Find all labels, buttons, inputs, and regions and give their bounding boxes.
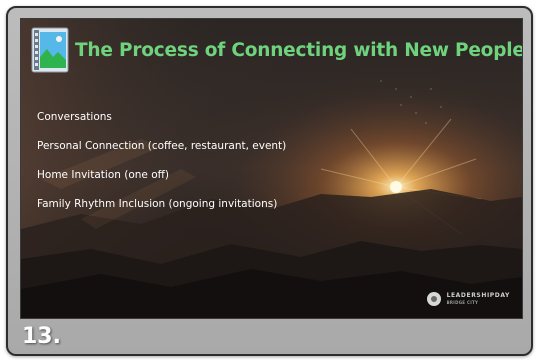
leadershipday-logo: LEADERSHIPDAY BRIDGE CITY <box>426 292 510 306</box>
bullet-item: Home Invitation (one off) <box>37 169 169 181</box>
slide-card: The Process of Connecting with New Peopl… <box>6 6 533 356</box>
slide-thumbnail[interactable]: The Process of Connecting with New Peopl… <box>20 18 523 319</box>
logo-mark-icon <box>426 292 441 306</box>
bullet-item: Personal Connection (coffee, restaurant,… <box>37 140 287 152</box>
slide-title-row: The Process of Connecting with New Peopl… <box>31 27 523 73</box>
slide-number: 13. <box>22 324 61 349</box>
logo-name: LEADERSHIPDAY <box>446 292 510 299</box>
slide-title: The Process of Connecting with New Peopl… <box>75 39 523 61</box>
bullet-item: Family Rhythm Inclusion (ongoing invitat… <box>37 198 278 210</box>
logo-text: LEADERSHIPDAY BRIDGE CITY <box>447 292 510 306</box>
logo-tagline: BRIDGE CITY <box>446 300 479 305</box>
bullet-item: Conversations <box>37 111 112 123</box>
slide-bullet-list: Conversations Personal Connection (coffe… <box>37 111 286 227</box>
image-gallery-icon <box>31 27 69 73</box>
